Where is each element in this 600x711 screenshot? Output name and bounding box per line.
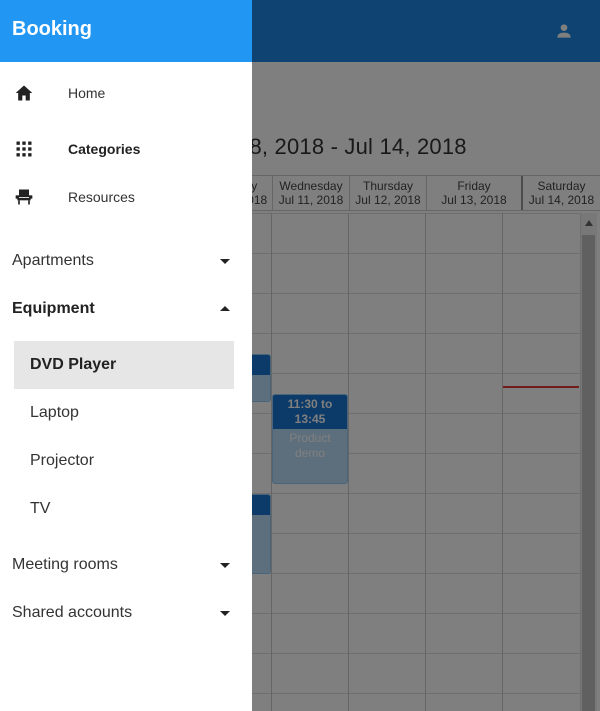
group-shared-accounts[interactable]: Shared accounts: [0, 591, 252, 635]
nav-item-home[interactable]: Home: [0, 71, 252, 115]
nav-item-resources[interactable]: Resources: [0, 175, 252, 219]
group-label: Apartments: [12, 252, 94, 269]
group-label: Meeting rooms: [12, 556, 118, 573]
group-equipment[interactable]: Equipment: [0, 287, 252, 331]
equipment-item-projector[interactable]: Projector: [14, 437, 234, 485]
equipment-item-tv[interactable]: TV: [14, 485, 234, 533]
navigation-drawer: Booking Home Categories Resources Apartm…: [0, 0, 252, 711]
chevron-down-icon: [220, 611, 230, 616]
chevron-up-icon: [220, 306, 230, 311]
nav-item-label: Categories: [68, 141, 141, 157]
app-title: Booking: [12, 18, 92, 40]
group-meeting-rooms[interactable]: Meeting rooms: [0, 543, 252, 587]
nav-item-categories[interactable]: Categories: [0, 127, 252, 171]
drawer-header: Booking: [0, 0, 252, 62]
group-apartments[interactable]: Apartments: [0, 239, 252, 283]
group-label: Equipment: [12, 300, 95, 317]
home-icon: [15, 85, 33, 101]
chevron-down-icon: [220, 563, 230, 568]
equipment-item-label: Laptop: [30, 404, 79, 421]
nav-item-label: Home: [68, 85, 106, 101]
group-label: Shared accounts: [12, 604, 133, 621]
equipment-item-dvd-player[interactable]: DVD Player: [14, 341, 234, 389]
chair-icon: [15, 189, 33, 205]
grid-icon: [16, 141, 32, 157]
equipment-item-label: TV: [30, 500, 51, 517]
chevron-down-icon: [220, 259, 230, 264]
equipment-item-laptop[interactable]: Laptop: [14, 389, 234, 437]
equipment-item-label: Projector: [30, 452, 95, 469]
equipment-item-label: DVD Player: [30, 356, 117, 373]
nav-item-label: Resources: [68, 189, 135, 205]
